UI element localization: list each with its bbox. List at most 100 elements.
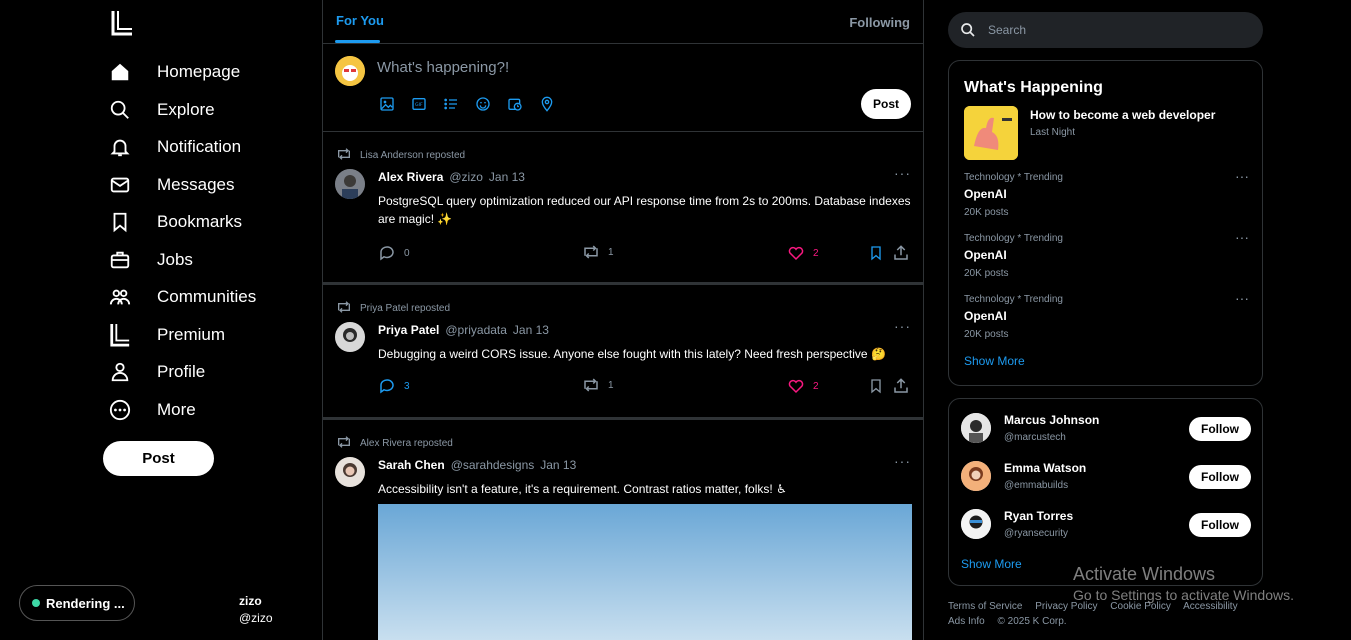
rendering-status-badge: Rendering ... — [19, 585, 135, 621]
sidebar-item-premium[interactable]: Premium — [108, 320, 225, 350]
repost-icon — [584, 378, 598, 392]
active-tab-indicator — [335, 40, 380, 43]
like-button[interactable]: 2 — [787, 244, 819, 262]
tab-for-you[interactable]: For You — [336, 13, 384, 28]
account-switcher[interactable]: zizo @zizo — [239, 594, 273, 625]
post-header: Alex Rivera @zizo Jan 13 — [378, 170, 525, 184]
suggestion-name[interactable]: Emma Watson — [1004, 461, 1086, 475]
sidebar-item-profile[interactable]: Profile — [108, 357, 205, 387]
avatar[interactable] — [335, 169, 365, 199]
suggestion-name[interactable]: Marcus Johnson — [1004, 413, 1099, 427]
reply-icon — [380, 379, 394, 394]
compose-input[interactable] — [377, 56, 777, 78]
trend-name: OpenAI — [964, 309, 1007, 323]
search-input[interactable] — [988, 23, 1238, 37]
feed-post[interactable]: Priya Patel reposted Priya Patel @priyad… — [323, 285, 923, 420]
bookmark-icon — [871, 379, 881, 394]
share-button[interactable] — [892, 244, 910, 262]
featured-thumbnail[interactable] — [964, 106, 1018, 160]
avatar[interactable] — [335, 457, 365, 487]
avatar[interactable] — [335, 322, 365, 352]
repost-count: 1 — [608, 379, 614, 391]
more-icon[interactable]: ··· — [894, 453, 911, 469]
more-icon[interactable]: ··· — [1235, 229, 1249, 245]
post-button[interactable]: Post — [103, 441, 214, 476]
sidebar-item-label: Communities — [157, 287, 257, 306]
watermark-title: Activate Windows — [1073, 564, 1216, 584]
search-bar[interactable] — [948, 12, 1263, 48]
author-handle[interactable]: @sarahdesigns — [451, 458, 535, 472]
trend-item[interactable]: Technology * Trending OpenAI 20K posts ·… — [964, 229, 1249, 279]
sidebar-item-more[interactable]: More — [108, 395, 196, 425]
repost-label: Alex Rivera reposted — [360, 438, 453, 449]
avatar[interactable] — [961, 509, 991, 539]
trend-item[interactable]: Technology * Trending OpenAI 20K posts ·… — [964, 168, 1249, 218]
sidebar-item-messages[interactable]: Messages — [108, 170, 234, 200]
repost-button[interactable]: 1 — [582, 377, 614, 393]
post-text: Accessibility isn't a feature, it's a re… — [378, 482, 787, 496]
location-icon[interactable] — [537, 94, 557, 114]
bookmark-icon — [108, 210, 132, 234]
like-count: 2 — [813, 247, 819, 259]
author-name[interactable]: Sarah Chen — [378, 458, 445, 472]
author-handle[interactable]: @priyadata — [445, 323, 507, 337]
author-name[interactable]: Alex Rivera — [378, 170, 443, 184]
avatar[interactable] — [961, 461, 991, 491]
avatar[interactable] — [961, 413, 991, 443]
suggestion-name[interactable]: Ryan Torres — [1004, 509, 1073, 523]
sidebar-item-notification[interactable]: Notification — [108, 132, 241, 162]
gif-icon[interactable]: GIF — [409, 94, 429, 114]
bookmark-button[interactable] — [868, 244, 884, 262]
trend-count: 20K posts — [964, 268, 1009, 279]
post-image[interactable] — [378, 504, 912, 640]
sidebar-item-homepage[interactable]: Homepage — [108, 57, 240, 87]
sidebar-item-bookmarks[interactable]: Bookmarks — [108, 207, 242, 237]
footer-ads-link[interactable]: Ads Info — [948, 616, 985, 627]
whats-happening-panel: What's Happening How to become a web dev… — [948, 60, 1263, 386]
sidebar-item-communities[interactable]: Communities — [108, 282, 256, 312]
repost-icon — [336, 301, 352, 316]
feed-post[interactable]: Lisa Anderson reposted Alex Rivera @zizo… — [323, 132, 923, 285]
follow-suggestion: Marcus Johnson @marcustech Follow — [961, 413, 1251, 447]
feed-post[interactable]: Alex Rivera reposted Sarah Chen @sarahde… — [323, 420, 923, 640]
follow-suggestion: Ryan Torres @ryansecurity Follow — [961, 509, 1251, 543]
sidebar-item-label: More — [157, 400, 196, 419]
follow-button[interactable]: Follow — [1189, 465, 1251, 489]
trend-category: Technology * Trending — [964, 233, 1063, 244]
sidebar-item-jobs[interactable]: Jobs — [108, 245, 193, 275]
like-button[interactable]: 2 — [787, 377, 819, 395]
schedule-icon[interactable] — [505, 94, 525, 114]
show-more-link[interactable]: Show More — [961, 557, 1022, 571]
reply-button[interactable]: 0 — [378, 244, 410, 262]
tab-following[interactable]: Following — [849, 15, 910, 30]
account-name: zizo — [239, 594, 262, 608]
bookmark-button[interactable] — [868, 377, 884, 395]
reply-button[interactable]: 3 — [378, 377, 410, 395]
who-to-follow-panel: Marcus Johnson @marcustech Follow Emma W… — [948, 398, 1263, 586]
emoji-icon[interactable] — [473, 94, 493, 114]
logo-icon[interactable] — [110, 10, 134, 36]
sidebar-item-label: Notification — [157, 137, 242, 156]
author-name[interactable]: Priya Patel — [378, 323, 439, 337]
image-icon[interactable] — [377, 94, 397, 114]
more-icon[interactable]: ··· — [894, 318, 911, 334]
poll-icon[interactable] — [441, 94, 461, 114]
sidebar-item-explore[interactable]: Explore — [108, 95, 215, 125]
person-icon — [108, 360, 132, 384]
featured-title[interactable]: How to become a web developer — [1030, 108, 1215, 122]
compose-post-button[interactable]: Post — [861, 89, 911, 119]
follow-button[interactable]: Follow — [1189, 417, 1251, 441]
more-icon[interactable]: ··· — [1235, 168, 1249, 184]
trend-category: Technology * Trending — [964, 172, 1063, 183]
suggestion-handle: @marcustech — [1004, 432, 1066, 443]
follow-button[interactable]: Follow — [1189, 513, 1251, 537]
heart-icon — [788, 379, 804, 394]
more-icon[interactable]: ··· — [894, 165, 911, 181]
trend-item[interactable]: Technology * Trending OpenAI 20K posts ·… — [964, 290, 1249, 340]
author-handle[interactable]: @zizo — [449, 170, 483, 184]
footer-terms-link[interactable]: Terms of Service — [948, 601, 1022, 612]
show-more-link[interactable]: Show More — [964, 354, 1025, 368]
repost-button[interactable]: 1 — [582, 244, 614, 260]
more-icon[interactable]: ··· — [1235, 290, 1249, 306]
share-button[interactable] — [892, 377, 910, 395]
